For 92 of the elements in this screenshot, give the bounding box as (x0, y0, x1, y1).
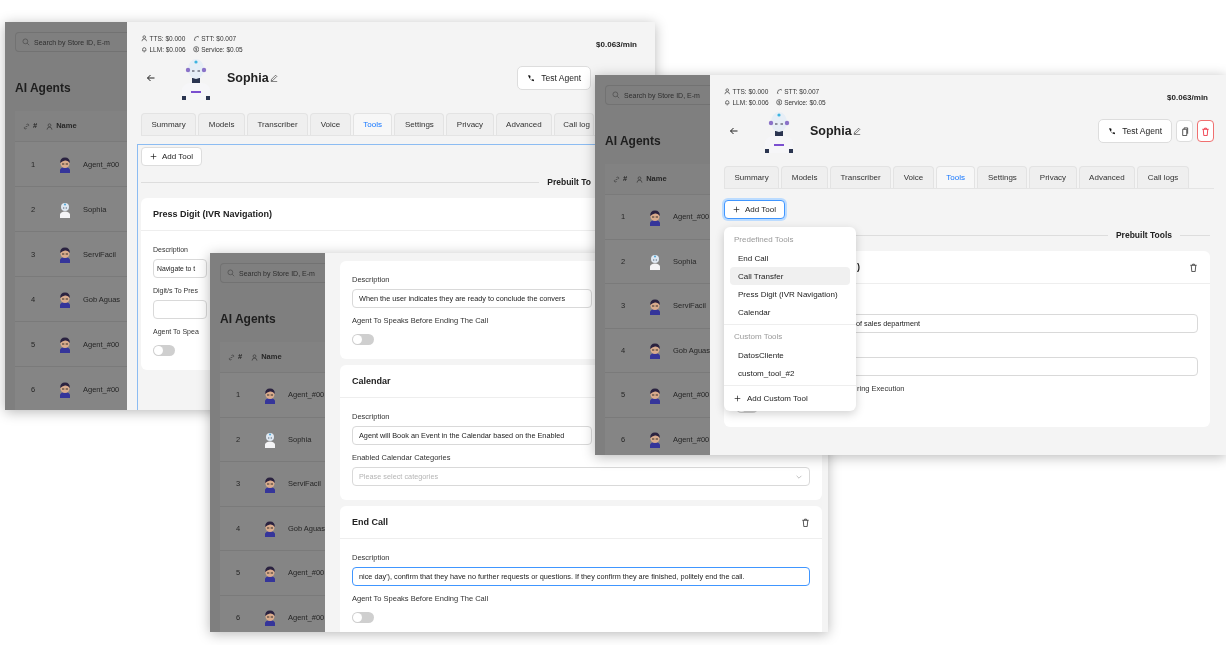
menu-group-heading: Predefined Tools (733, 234, 795, 246)
search-icon (22, 38, 30, 46)
pencil-icon[interactable] (852, 127, 861, 135)
link-icon (23, 122, 30, 130)
rate-label: $0.063/min (596, 39, 637, 49)
menu-item[interactable]: Call Transfer (730, 267, 850, 285)
person-avatar-icon (262, 608, 278, 627)
plus-icon (733, 206, 740, 213)
person-avatar-icon (57, 335, 73, 353)
user-icon (141, 35, 148, 42)
delete-button[interactable] (1197, 120, 1214, 142)
toggle-switch[interactable] (352, 334, 374, 345)
tab[interactable]: Call logs (1137, 166, 1189, 188)
tab[interactable]: Transcriber (247, 113, 309, 135)
card-title: Calendar (352, 376, 391, 386)
robot-avatar-icon (647, 252, 663, 271)
menu-item[interactable]: Calendar (730, 303, 850, 321)
link-icon (228, 353, 235, 361)
copy-icon (1180, 126, 1189, 136)
menu-item[interactable]: Press Digit (IVR Navigation) (730, 285, 850, 303)
back-button[interactable] (729, 126, 739, 136)
test-agent-button[interactable]: Test Agent (1098, 119, 1172, 143)
user-icon (636, 175, 644, 183)
trash-icon[interactable] (801, 517, 810, 527)
menu-item[interactable]: custom_tool_#2 (730, 364, 850, 382)
person-avatar-icon (647, 430, 663, 449)
user-icon (724, 88, 731, 95)
toggle-switch[interactable] (352, 612, 374, 623)
search-icon (227, 269, 235, 277)
tab[interactable]: Advanced (495, 113, 553, 135)
agent-name: Sophia (810, 124, 852, 138)
pencil-icon[interactable] (269, 74, 278, 82)
tab[interactable]: Tools (352, 113, 393, 135)
page-title: AI Agents (15, 81, 72, 95)
toggle-switch[interactable] (153, 345, 175, 356)
add-tool-button[interactable]: Add Tool (724, 200, 785, 219)
input-field[interactable] (153, 300, 207, 319)
user-icon (251, 353, 259, 361)
copy-button[interactable] (1176, 120, 1193, 142)
agent-name: Sophia (227, 71, 269, 85)
card-title: End Call (352, 517, 388, 527)
robot-avatar-icon (262, 430, 278, 449)
menu-item[interactable]: DatosCliente (730, 346, 850, 364)
tab[interactable]: Voice (893, 166, 934, 188)
tab[interactable]: Models (198, 113, 246, 135)
tab[interactable]: Call log (554, 113, 594, 135)
tab[interactable]: Advanced (1078, 166, 1136, 188)
person-avatar-icon (57, 245, 73, 263)
back-button[interactable] (146, 73, 156, 83)
rate-label: $0.063/min (1167, 92, 1208, 102)
tab[interactable]: Privacy (1029, 166, 1077, 188)
tab[interactable]: Settings (977, 166, 1028, 188)
tab[interactable]: Summary (724, 166, 780, 188)
tab[interactable]: Privacy (446, 113, 494, 135)
trash-icon[interactable] (1189, 262, 1198, 272)
link-icon (613, 175, 620, 183)
phone-icon (192, 35, 200, 42)
tab[interactable]: Settings (394, 113, 445, 135)
dollar-circle-icon (775, 99, 783, 106)
test-agent-button[interactable]: Test Agent (517, 66, 591, 90)
bell-icon (141, 46, 148, 53)
add-custom-tool-item[interactable]: Add Custom Tool (730, 389, 850, 407)
menu-group-heading: Custom Tools (733, 331, 784, 343)
phone-icon (775, 88, 783, 95)
plus-icon (150, 153, 157, 160)
section-heading: Prebuilt Tools (1114, 230, 1173, 240)
plus-icon (734, 394, 741, 402)
menu-item[interactable]: End Call (730, 249, 850, 267)
phone-icon (527, 74, 536, 82)
search-icon (612, 91, 620, 99)
page-title: AI Agents (605, 134, 662, 148)
back-arrow-icon (729, 126, 739, 136)
add-tool-button[interactable]: Add Tool (141, 147, 202, 166)
card-title: ) (857, 262, 860, 272)
tab[interactable]: Summary (141, 113, 197, 135)
tab[interactable]: Voice (310, 113, 351, 135)
person-avatar-icon (57, 290, 73, 308)
card-title: Press Digit (IVR Navigation) (153, 209, 273, 219)
tab[interactable]: Models (781, 166, 829, 188)
phone-icon (1108, 127, 1117, 135)
section-heading: Prebuilt To (546, 177, 592, 187)
robot-avatar-icon (57, 200, 73, 218)
trash-icon (1201, 126, 1210, 136)
dollar-circle-icon (192, 46, 200, 53)
person-avatar-icon (57, 380, 73, 398)
page-title: AI Agents (220, 312, 277, 326)
user-icon (46, 122, 54, 130)
person-avatar-icon (57, 155, 73, 173)
back-arrow-icon (146, 73, 156, 83)
tab[interactable]: Transcriber (830, 166, 892, 188)
bell-icon (724, 99, 731, 106)
tab[interactable]: Tools (935, 166, 976, 188)
